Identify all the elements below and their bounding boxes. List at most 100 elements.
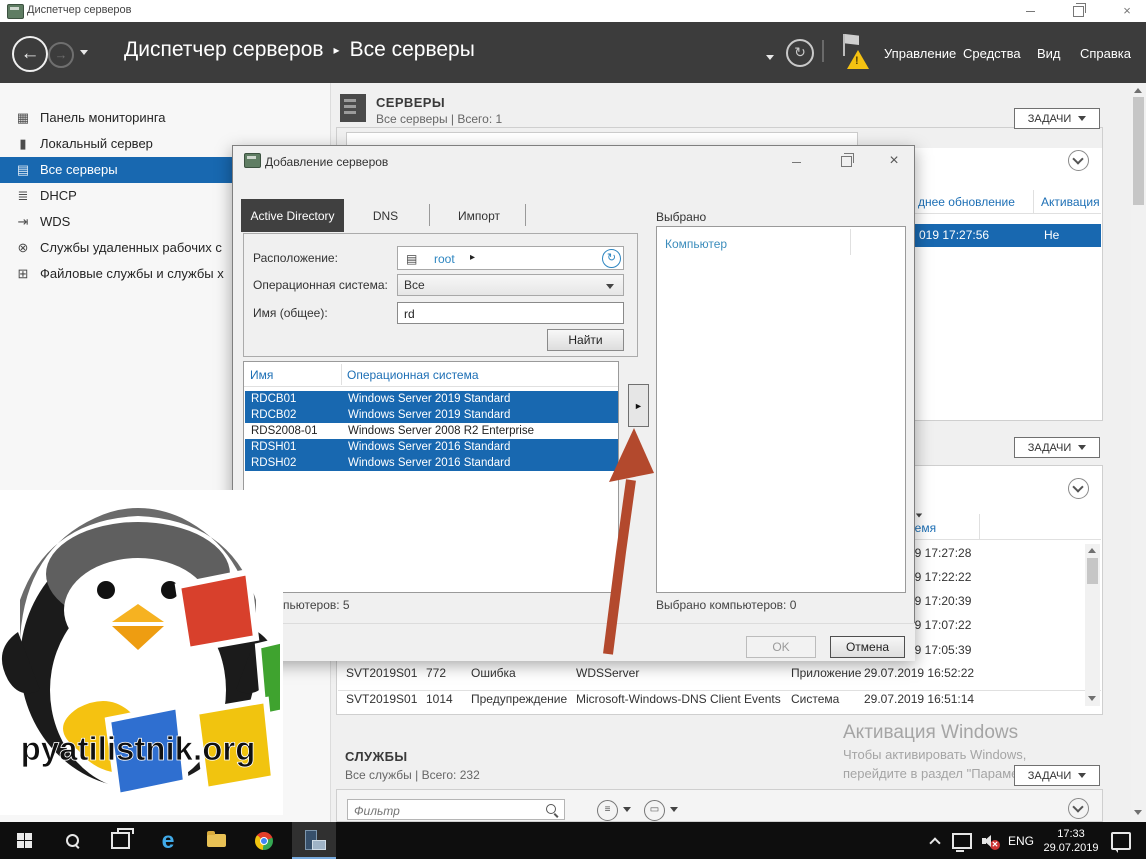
network-icon	[952, 833, 972, 849]
breadcrumb-root[interactable]: Диспетчер серверов	[124, 38, 324, 61]
name-field[interactable]	[397, 302, 624, 324]
events-collapse-chevron-icon[interactable]	[1068, 478, 1089, 499]
save-icon[interactable]: ▭	[644, 800, 665, 821]
menu-help[interactable]: Справка	[1080, 46, 1131, 61]
events-scrollbar-thumb[interactable]	[1087, 558, 1098, 584]
clock-date: 29.07.2019	[1043, 841, 1098, 855]
sidebar-item-dashboard[interactable]: ▦ Панель мониторинга	[0, 105, 330, 131]
servers-collapse-chevron-icon[interactable]	[1068, 150, 1089, 171]
forward-button[interactable]: →	[48, 42, 74, 68]
add-servers-dialog: Добавление серверов × Active Directory D…	[232, 145, 915, 660]
caret-down-icon[interactable]	[623, 807, 631, 812]
dialog-minimize-button[interactable]	[778, 148, 814, 174]
warning-triangle-icon[interactable]: !	[847, 50, 869, 69]
nav-dropdown-caret-icon[interactable]	[80, 50, 88, 55]
cancel-button[interactable]: Отмена	[830, 636, 905, 658]
menu-view[interactable]: Вид	[1037, 46, 1061, 61]
services-filter-field[interactable]	[347, 799, 565, 820]
activation-watermark-line2: Чтобы активировать Windows,	[843, 747, 1026, 762]
location-picker[interactable]: ▤ root ▸ ↻	[397, 246, 624, 270]
folder-icon	[207, 834, 226, 847]
event-time[interactable]: 19 17:27:28	[908, 546, 971, 560]
windows-logo-icon	[17, 833, 32, 848]
events-scrollbar[interactable]	[1085, 544, 1100, 706]
header-dropdown-caret-icon[interactable]	[766, 55, 774, 60]
tab-import[interactable]: Импорт	[443, 199, 515, 232]
file-explorer-button[interactable]	[194, 822, 238, 859]
dialog-icon	[244, 153, 261, 168]
scroll-up-icon[interactable]	[1134, 88, 1142, 93]
scroll-up-icon[interactable]	[1088, 548, 1096, 553]
main-scrollbar-thumb[interactable]	[1133, 97, 1144, 205]
server-manager-taskbar-button[interactable]	[292, 822, 336, 859]
add-selected-button[interactable]: ►	[628, 384, 649, 427]
caret-down-icon[interactable]	[670, 807, 678, 812]
result-row[interactable]: RDSH02Windows Server 2016 Standard	[245, 455, 618, 471]
ok-button[interactable]: OK	[746, 636, 816, 658]
action-center-button[interactable]	[1104, 822, 1138, 859]
window-restore-button[interactable]	[1061, 0, 1095, 22]
window-minimize-button[interactable]	[1013, 0, 1047, 22]
clock[interactable]: 17:33 29.07.2019	[1038, 822, 1104, 859]
menu-manage[interactable]: Управление	[884, 46, 956, 61]
start-button[interactable]	[2, 822, 46, 859]
result-row[interactable]: RDS2008-01Windows Server 2008 R2 Enterpr…	[245, 423, 618, 439]
chrome-button[interactable]	[242, 822, 286, 859]
event-time[interactable]: 19 17:20:39	[908, 594, 971, 608]
event-time[interactable]: 19 17:22:22	[908, 570, 971, 584]
event-row[interactable]: SVT2019S01 1014 Предупреждение Microsoft…	[337, 692, 1082, 716]
breadcrumb: Диспетчер серверов▸Все серверы	[124, 38, 475, 62]
tray-show-hidden-icons[interactable]	[922, 822, 948, 859]
tab-active-directory[interactable]: Active Directory	[241, 199, 344, 232]
window-close-button[interactable]: ×	[1110, 0, 1144, 22]
result-row[interactable]: RDSH01Windows Server 2016 Standard	[245, 439, 618, 455]
main-scrollbar[interactable]	[1131, 83, 1146, 822]
scroll-down-icon[interactable]	[1134, 810, 1142, 815]
event-time[interactable]: 19 17:05:39	[908, 643, 971, 657]
server-manager-icon	[7, 4, 24, 19]
results-col-name[interactable]: Имя	[250, 368, 273, 382]
dialog-title: Добавление серверов	[265, 155, 388, 169]
servers-col-activation[interactable]: Активация Win	[1041, 195, 1101, 209]
flag-banner-icon[interactable]	[845, 34, 859, 45]
list-view-icon[interactable]: ≡	[597, 800, 618, 821]
os-select[interactable]: Все	[397, 274, 624, 296]
menu-tools[interactable]: Средства	[963, 46, 1021, 61]
name-input[interactable]	[402, 305, 616, 323]
expand-arrow-icon[interactable]: ▸	[470, 252, 475, 263]
servers-tasks-button[interactable]: ЗАДАЧИ	[1014, 108, 1100, 129]
services-filter-input[interactable]	[352, 801, 536, 820]
back-button[interactable]: ←	[12, 36, 48, 72]
servers-col-last-update[interactable]: днее обновление	[918, 195, 1015, 209]
flag-icon[interactable]	[843, 34, 845, 56]
selected-col-computer[interactable]: Компьютер	[665, 237, 727, 251]
services-collapse-chevron-icon[interactable]	[1068, 798, 1089, 819]
results-col-os[interactable]: Операционная система	[347, 368, 479, 382]
refresh-location-icon[interactable]: ↻	[602, 249, 621, 268]
selected-panel-label: Выбрано	[656, 210, 706, 224]
search-icon[interactable]	[546, 804, 559, 817]
task-view-button[interactable]	[98, 822, 142, 859]
taskbar-search-button[interactable]	[50, 822, 94, 859]
clock-time: 17:33	[1043, 827, 1098, 841]
penguin-windows-logo: pyatilistnik.org	[0, 490, 283, 815]
result-row[interactable]: RDCB02Windows Server 2019 Standard	[245, 407, 618, 423]
find-button[interactable]: Найти	[547, 329, 624, 351]
volume-tray-icon[interactable]: ✕	[976, 822, 1004, 859]
network-tray-icon[interactable]	[948, 822, 976, 859]
event-row[interactable]: SVT2019S01 772 Ошибка WDSServer Приложен…	[337, 666, 1082, 690]
language-indicator[interactable]: ENG	[1004, 822, 1038, 859]
events-tasks-button[interactable]: ЗАДАЧИ	[1014, 437, 1100, 458]
services-tasks-button[interactable]: ЗАДАЧИ	[1014, 765, 1100, 786]
result-row[interactable]: RDCB01Windows Server 2019 Standard	[245, 391, 618, 407]
refresh-icon[interactable]: ↻	[786, 39, 814, 67]
scroll-down-icon[interactable]	[1088, 696, 1096, 701]
dialog-close-button[interactable]: ×	[876, 148, 912, 174]
internet-explorer-button[interactable]: e	[146, 822, 190, 859]
location-value[interactable]: root	[434, 252, 455, 266]
caret-down-icon	[1078, 773, 1086, 778]
event-time[interactable]: 19 17:07:22	[908, 618, 971, 632]
dialog-maximize-button[interactable]	[828, 148, 864, 174]
caret-down-icon	[1078, 445, 1086, 450]
tab-dns[interactable]: DNS	[353, 199, 418, 232]
